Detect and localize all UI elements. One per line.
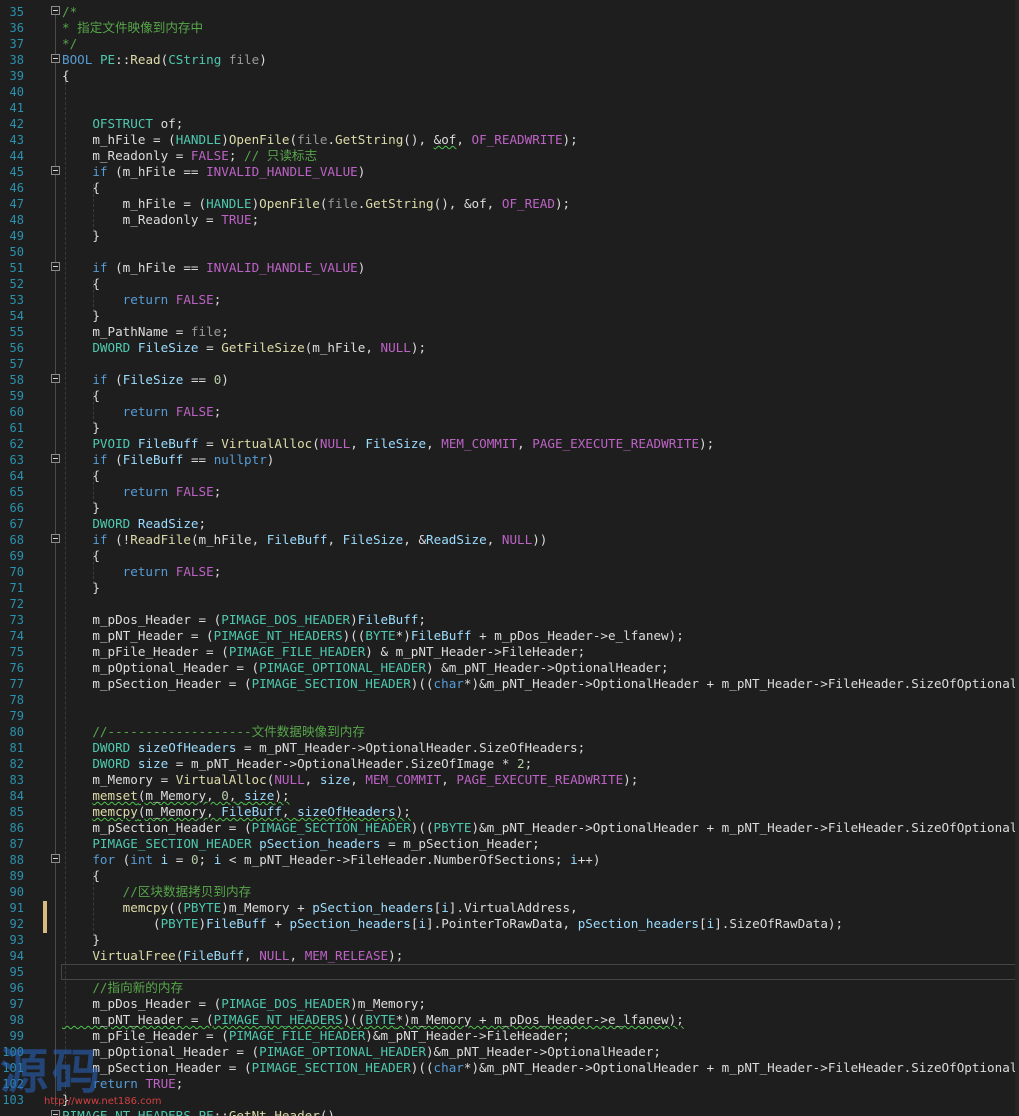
code-line[interactable]: 77 m_pSection_Header = (PIMAGE_SECTION_H… (0, 672, 1019, 691)
code-line[interactable]: 36 * 指定文件映像到内存中 (0, 16, 1019, 35)
code-line[interactable]: 75 m_pFile_Header = (PIMAGE_FILE_HEADER)… (0, 640, 1019, 659)
code-line[interactable]: 50 (0, 240, 1019, 259)
code-line[interactable]: 94 VirtualFree(FileBuff, NULL, MEM_RELEA… (0, 944, 1019, 963)
code-line[interactable]: 42 OFSTRUCT of; (0, 112, 1019, 131)
collapse-icon[interactable] (51, 854, 60, 863)
code-line[interactable]: 90 //区块数据拷贝到内存 (0, 880, 1019, 899)
code-line[interactable]: 74 m_pNT_Header = (PIMAGE_NT_HEADERS)((B… (0, 624, 1019, 643)
code-line[interactable]: 49 } (0, 224, 1019, 243)
code-line[interactable]: 93 } (0, 928, 1019, 947)
collapse-icon[interactable] (51, 374, 60, 383)
code-line[interactable]: 64 { (0, 464, 1019, 483)
code-line[interactable]: 72 (0, 592, 1019, 611)
code-line[interactable]: 59 { (0, 384, 1019, 403)
scrollbar[interactable] (1015, 0, 1019, 1116)
code-line[interactable]: 91 memcpy((PBYTE)m_Memory + pSection_hea… (0, 896, 1019, 915)
code-line[interactable]: 88 for (int i = 0; i < m_pNT_Header->Fil… (0, 848, 1019, 867)
code-editor[interactable]: 35/* 36 * 指定文件映像到内存中 37 */38 BOOL PE::Read(CS… (0, 0, 1019, 1116)
code-line[interactable]: 70 return FALSE; (0, 560, 1019, 579)
code-line[interactable]: 68 if (!ReadFile(m_hFile, FileBuff, File… (0, 528, 1019, 547)
code-token: () (319, 1108, 336, 1116)
code-line[interactable]: 56 DWORD FileSize = GetFileSize(m_hFile,… (0, 336, 1019, 355)
code-line[interactable]: 82 DWORD size = m_pNT_Header->OptionalHe… (0, 752, 1019, 771)
code-line[interactable]: 83 m_Memory = VirtualAlloc(NULL, size, M… (0, 768, 1019, 787)
code-line[interactable]: 99 m_pFile_Header = (PIMAGE_FILE_HEADER)… (0, 1024, 1019, 1043)
code-line[interactable]: 92 (PBYTE)FileBuff + pSection_headers[i]… (0, 912, 1019, 931)
code-line[interactable]: 35/* (0, 0, 1019, 19)
code-line[interactable]: 76 m_pOptional_Header = (PIMAGE_OPTIONAL… (0, 656, 1019, 675)
code-line[interactable]: 38 BOOL PE::Read(CString file) (0, 48, 1019, 67)
code-line[interactable]: 51 if (m_hFile == INVALID_HANDLE_VALUE) (0, 256, 1019, 275)
code-line[interactable]: 98 m_pNT_Header = (PIMAGE_NT_HEADERS)((B… (0, 1008, 1019, 1027)
code-line[interactable]: 86 m_pSection_Header = (PIMAGE_SECTION_H… (0, 816, 1019, 835)
code-line[interactable]: 37 */ (0, 32, 1019, 51)
code-line[interactable]: 97 m_pDos_Header = (PIMAGE_DOS_HEADER)m_… (0, 992, 1019, 1011)
code-line[interactable]: 57 (0, 352, 1019, 371)
code-line[interactable]: 95 (0, 960, 1019, 979)
collapse-icon[interactable] (51, 262, 60, 271)
code-line[interactable]: 66 } (0, 496, 1019, 515)
code-line[interactable]: 41 (0, 96, 1019, 115)
collapse-icon[interactable] (51, 534, 60, 543)
code-line[interactable]: 45 if (m_hFile == INVALID_HANDLE_VALUE) (0, 160, 1019, 179)
code-line[interactable]: 60 return FALSE; (0, 400, 1019, 419)
code-line[interactable]: 65 return FALSE; (0, 480, 1019, 499)
code-line[interactable]: 84 memset(m_Memory, 0, size); (0, 784, 1019, 803)
collapse-icon[interactable] (51, 166, 60, 175)
code-line[interactable]: 69 { (0, 544, 1019, 563)
code-line[interactable]: 62 PVOID FileBuff = VirtualAlloc(NULL, F… (0, 432, 1019, 451)
code-line[interactable]: 48 m_Readonly = TRUE; (0, 208, 1019, 227)
code-line[interactable]: 67 DWORD ReadSize; (0, 512, 1019, 531)
code-line[interactable]: 81 DWORD sizeOfHeaders = m_pNT_Header->O… (0, 736, 1019, 755)
code-line[interactable]: 79 (0, 704, 1019, 723)
code-line[interactable]: 96 //指向新的内存 (0, 976, 1019, 995)
code-line[interactable]: 46 { (0, 176, 1019, 195)
code-line[interactable]: 55 m_PathName = file; (0, 320, 1019, 339)
code-line[interactable]: 73 m_pDos_Header = (PIMAGE_DOS_HEADER)Fi… (0, 608, 1019, 627)
code-line[interactable]: 80 //-------------------文件数据映像到内存 (0, 720, 1019, 739)
code-line[interactable]: 63 if (FileBuff == nullptr) (0, 448, 1019, 467)
code-line[interactable]: 58 if (FileSize == 0) (0, 368, 1019, 387)
watermark-url: http://www.net186.com (44, 1096, 162, 1107)
code-line[interactable]: 53 return FALSE; (0, 288, 1019, 307)
code-line[interactable]: 43 m_hFile = (HANDLE)OpenFile(file.GetSt… (0, 128, 1019, 147)
code-line[interactable]: 54 } (0, 304, 1019, 323)
code-line[interactable]: 39{ (0, 64, 1019, 83)
code-line[interactable]: 44 m_Readonly = FALSE; // 只读标志 (0, 144, 1019, 163)
code-line[interactable]: 85 memcpy(m_Memory, FileBuff, sizeOfHead… (0, 800, 1019, 819)
collapse-icon[interactable] (51, 54, 60, 63)
collapse-icon[interactable] (51, 454, 60, 463)
code-line[interactable]: 52 { (0, 272, 1019, 291)
code-line[interactable]: 61 } (0, 416, 1019, 435)
code-line[interactable]: 71 } (0, 576, 1019, 595)
code-line[interactable]: 87 PIMAGE_SECTION_HEADER pSection_header… (0, 832, 1019, 851)
code-token: GetNt_Header (228, 1108, 320, 1116)
code-line[interactable]: 47 m_hFile = (HANDLE)OpenFile(file.GetSt… (0, 192, 1019, 211)
code-line[interactable]: 40 (0, 80, 1019, 99)
code-line[interactable]: 78 (0, 688, 1019, 707)
collapse-icon[interactable] (51, 6, 60, 15)
code-line[interactable]: 89 { (0, 864, 1019, 883)
